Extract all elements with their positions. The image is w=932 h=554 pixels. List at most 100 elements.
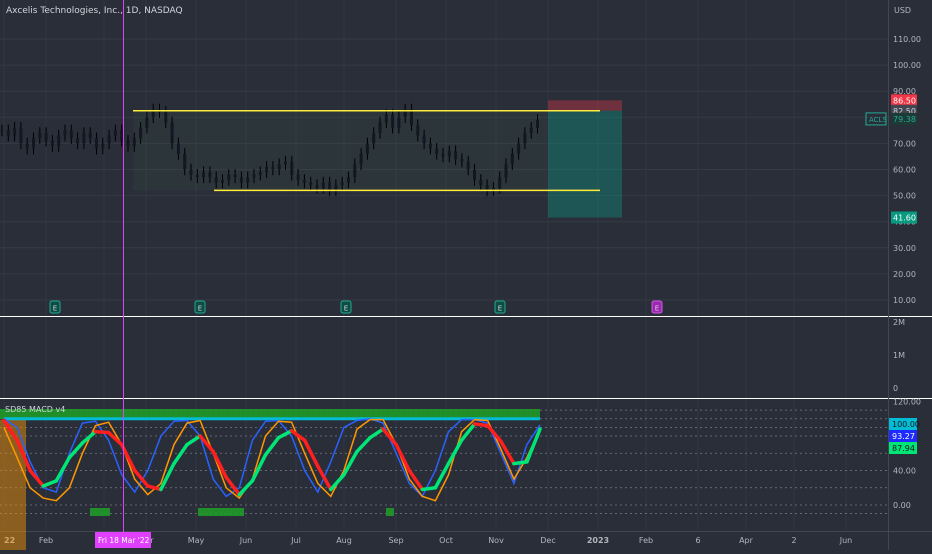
candle-body: [214, 177, 218, 183]
volume-tick-label: 1M: [893, 351, 905, 360]
candle-body: [485, 185, 489, 191]
time-axis-label: Apr: [739, 536, 754, 545]
candle-body: [38, 132, 42, 139]
earnings-marker-label: E: [344, 305, 348, 313]
osc-signal-segment: [512, 460, 529, 466]
time-axis-label: Aug: [336, 536, 352, 545]
osc-bottom-band: [386, 508, 394, 516]
candle-body: [76, 138, 80, 144]
candle-body: [0, 130, 4, 132]
ticker-badge: ACLS: [869, 116, 887, 124]
candle-body: [132, 138, 136, 147]
time-axis-label: Jun: [839, 536, 853, 545]
volume-tick-label: 0: [893, 384, 898, 393]
candle-body: [340, 182, 344, 186]
candle-body: [164, 112, 168, 123]
candle-body: [510, 153, 514, 165]
earnings-marker-label: E: [655, 305, 659, 313]
candle-body: [422, 135, 426, 144]
earnings-marker-label: E: [498, 305, 502, 313]
candle-body: [69, 130, 73, 139]
candle-body: [195, 174, 199, 178]
candle-body: [321, 182, 325, 188]
price-tick-label: 20.00: [893, 270, 916, 279]
candle-body: [252, 174, 256, 178]
time-axis-label: Feb: [639, 536, 653, 545]
candle-body: [82, 132, 86, 144]
osc-signal-segment: [93, 429, 111, 435]
candle-body: [57, 135, 61, 147]
candle-body: [13, 127, 17, 136]
candle-body: [435, 148, 439, 154]
time-axis-label: 2: [791, 536, 796, 545]
candle-body: [176, 143, 180, 154]
time-axis-label: Sep: [388, 536, 403, 545]
price-tick-label: 70.00: [893, 139, 916, 148]
candle-body: [139, 127, 143, 139]
indicator-title: SD85 MACD v4: [5, 405, 66, 414]
candle-body: [315, 185, 319, 188]
price-tick-label: 30.00: [893, 244, 916, 253]
candle-body: [328, 182, 332, 191]
candle-body: [113, 130, 117, 136]
candle-body: [397, 117, 401, 128]
candle-body: [466, 161, 470, 170]
time-axis-label: Jun: [239, 536, 253, 545]
chart-stage[interactable]: 110.00100.0090.0080.0070.0060.0050.0040.…: [0, 0, 932, 550]
candle-body: [529, 127, 533, 133]
earnings-marker-label: E: [198, 305, 202, 313]
candle-body: [95, 138, 98, 149]
time-axis-highlight: [0, 532, 26, 550]
candle-body: [221, 179, 224, 183]
candle-body: [6, 130, 10, 136]
candle-body: [334, 185, 338, 191]
candle-body: [239, 177, 243, 183]
candle-body: [126, 140, 130, 147]
crosshair-date-label: Fri 18 Mar '22: [98, 536, 150, 545]
candle-body: [384, 114, 388, 123]
earnings-marker-label: E: [53, 305, 57, 313]
candle-body: [536, 119, 539, 128]
candle-body: [365, 143, 369, 154]
candle-body: [44, 132, 48, 141]
candle-body: [498, 177, 502, 188]
volume-tick-label: 2M: [893, 318, 905, 327]
time-axis-label: May: [188, 536, 205, 545]
time-axis-label: 6: [695, 536, 700, 545]
price-tick-label: 10.00: [893, 296, 916, 305]
price-label-target: 41.60: [893, 214, 916, 223]
candle-body: [302, 179, 306, 183]
candle-body: [347, 177, 350, 183]
chart-background: [0, 0, 932, 550]
candle-body: [120, 130, 124, 141]
time-axis-label: Jul: [290, 536, 301, 545]
position-target-zone: [548, 110, 622, 218]
price-tick-label: 110.00: [893, 35, 921, 44]
candle-body: [447, 151, 451, 157]
time-axis-label: Feb: [39, 536, 53, 545]
currency-label: USD: [894, 6, 912, 15]
candle-body: [277, 164, 281, 170]
price-tick-label: 100.00: [893, 61, 921, 70]
candle-body: [517, 143, 521, 154]
candle-body: [25, 143, 29, 149]
candle-body: [189, 169, 193, 175]
price-tick-label: 50.00: [893, 192, 916, 201]
candle-body: [359, 153, 363, 165]
price-tick-label: 60.00: [893, 166, 916, 175]
candle-body: [378, 122, 382, 133]
candle-body: [296, 174, 300, 180]
position-stop-zone: [548, 100, 622, 111]
time-axis-label: 2023: [587, 536, 609, 545]
chart-svg[interactable]: 110.00100.0090.0080.0070.0060.0050.0040.…: [0, 0, 932, 550]
candle-body: [410, 109, 413, 126]
osc-signal-segment: [420, 486, 438, 492]
candle-body: [265, 166, 269, 173]
time-axis-label: Oct: [439, 536, 453, 545]
osc-tick-label: 120.00: [893, 398, 921, 407]
candle-body: [372, 132, 376, 144]
candle-body: [107, 135, 111, 144]
price-label-stop: 86.50: [893, 96, 916, 105]
osc-tick-label: 0.00: [893, 501, 911, 510]
candle-body: [170, 122, 174, 144]
